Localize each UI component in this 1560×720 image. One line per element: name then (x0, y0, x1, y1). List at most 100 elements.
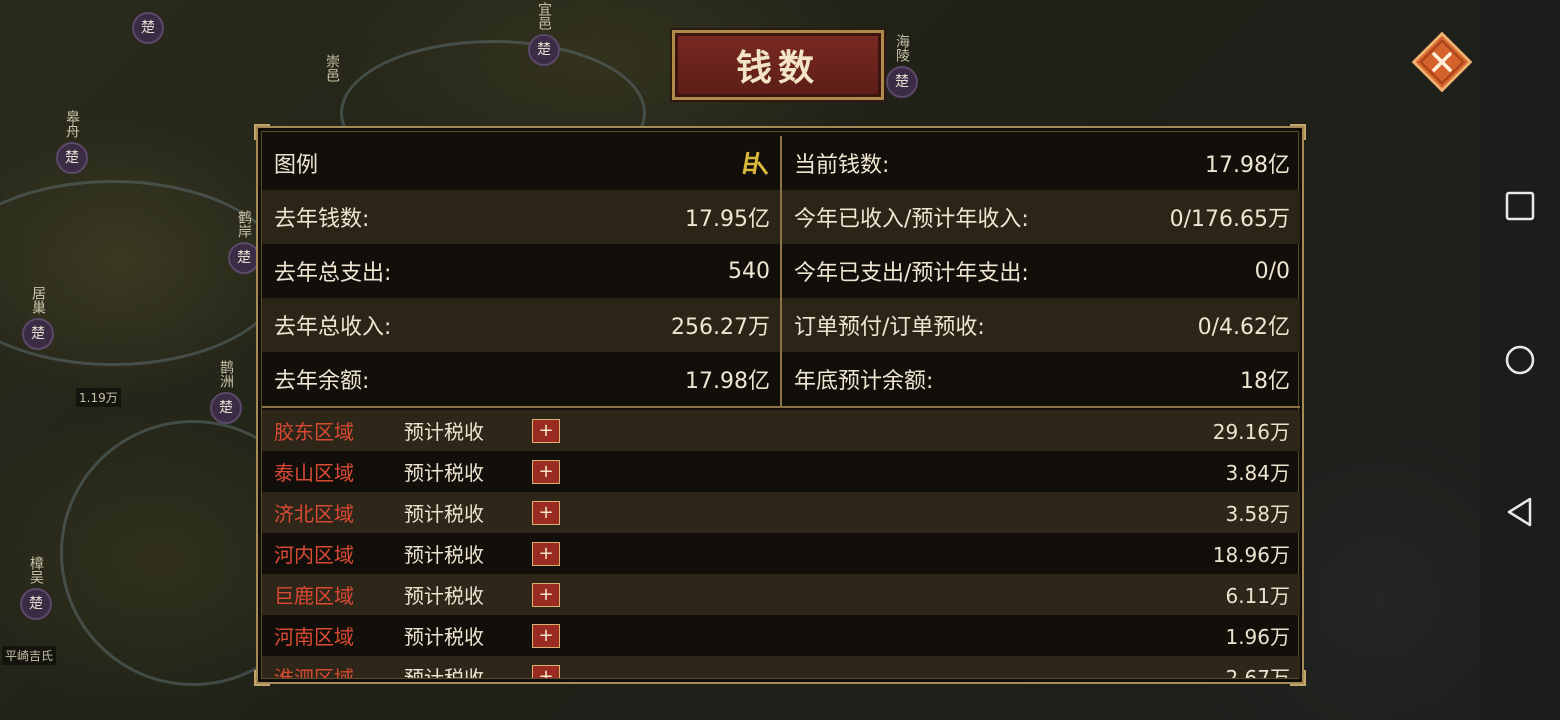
region-name: 河内区域 (274, 543, 354, 567)
faction-badge: 楚 (22, 318, 54, 350)
region-name: 济北区域 (274, 502, 354, 526)
summary-row: 去年钱数: 17.95亿 (262, 190, 780, 244)
region-row: 淮泗区域 预计税收 + 2.67万 (262, 656, 1300, 678)
region-name: 泰山区域 (274, 461, 354, 485)
row-label: 当前钱数: (794, 153, 890, 178)
close-icon (1411, 31, 1473, 93)
section-divider (262, 406, 1300, 408)
row-label: 去年余额: (274, 369, 370, 394)
summary-row: 年底预计余额: 18亿 (782, 352, 1300, 406)
row-value: 17.95亿 (685, 207, 770, 232)
region-row: 河内区域 预计税收 + 18.96万 (262, 533, 1300, 574)
region-tag: 预计税收 (404, 543, 484, 567)
city-name: 宜邑 (536, 2, 552, 30)
row-value: 540 (728, 258, 770, 284)
city-name: 樟吴 (28, 556, 44, 584)
page-title: 钱数 (735, 47, 820, 89)
region-row: 济北区域 预计税收 + 3.58万 (262, 492, 1300, 533)
row-value: 0/0 (1254, 258, 1290, 284)
row-value: 17.98亿 (1205, 153, 1290, 178)
region-tag: 预计税收 (404, 420, 484, 444)
row-value: 0/4.62亿 (1197, 315, 1290, 340)
region-row: 河南区域 预计税收 + 1.96万 (262, 615, 1300, 656)
region-tag: 预计税收 (404, 502, 484, 526)
expand-button[interactable]: + (532, 623, 560, 648)
summary-row: 订单预付/订单预收: 0/4.62亿 (782, 298, 1300, 352)
region-tag: 预计税收 (404, 666, 484, 678)
region-tag: 预计税收 (404, 625, 484, 649)
region-value: 6.11万 (1225, 584, 1290, 608)
row-label: 去年钱数: (274, 207, 370, 232)
finance-panel: 图例 去年钱数: 17.95亿 去年总支出: 540 去年总收入: 256.27… (254, 124, 1306, 686)
summary-row: 去年总收入: 256.27万 (262, 298, 780, 352)
region-value: 29.16万 (1212, 420, 1290, 444)
expand-button[interactable]: + (532, 541, 560, 566)
title-plate: 钱数 (672, 30, 884, 100)
region-name: 胶东区域 (274, 420, 354, 444)
summary-row: 去年余额: 17.98亿 (262, 352, 780, 406)
row-value: 256.27万 (671, 315, 770, 340)
ladder-icon[interactable] (740, 148, 770, 178)
close-button[interactable] (1410, 30, 1474, 94)
expand-button[interactable]: + (532, 418, 560, 443)
city-name: 鹊洲 (218, 360, 234, 388)
expand-button[interactable]: + (532, 664, 560, 678)
row-label: 订单预付/订单预收: (794, 315, 985, 340)
region-name: 河南区域 (274, 625, 354, 649)
city-marker[interactable]: 皋舟 楚 (56, 110, 88, 174)
faction-badge: 楚 (20, 588, 52, 620)
back-icon[interactable] (1504, 496, 1536, 528)
region-value: 18.96万 (1212, 543, 1290, 567)
expand-button[interactable]: + (532, 459, 560, 484)
region-value: 3.84万 (1225, 461, 1290, 485)
row-value: 0/176.65万 (1169, 207, 1290, 232)
city-marker[interactable]: 鹊洲 楚 (210, 360, 242, 424)
city-marker[interactable]: 海陵 楚 (886, 34, 918, 98)
city-name: 崇邑 (324, 54, 340, 82)
row-label: 今年已支出/预计年支出: (794, 261, 1029, 286)
legend-label: 图例 (274, 153, 319, 178)
summary-left-column: 图例 去年钱数: 17.95亿 去年总支出: 540 去年总收入: 256.27… (262, 136, 782, 406)
summary-row: 当前钱数: 17.98亿 (782, 136, 1300, 190)
summary-row: 图例 (262, 136, 780, 190)
region-tax-list[interactable]: 胶东区域 预计税收 + 29.16万 泰山区域 预计税收 + 3.84万 济北区… (262, 410, 1300, 678)
region-name: 淮泗区域 (274, 666, 354, 678)
summary-row: 去年总支出: 540 (262, 244, 780, 298)
city-name: 鹤岸 (236, 210, 252, 238)
row-label: 年底预计余额: (794, 369, 934, 394)
row-label: 今年已收入/预计年收入: (794, 207, 1029, 232)
region-tag: 预计税收 (404, 584, 484, 608)
region-name: 巨鹿区域 (274, 584, 354, 608)
home-icon[interactable] (1504, 344, 1536, 376)
summary-row: 今年已支出/预计年支出: 0/0 (782, 244, 1300, 298)
faction-badge: 楚 (210, 392, 242, 424)
city-name: 居巢 (30, 286, 46, 314)
money-label: 1.19万 (76, 388, 121, 407)
row-value: 18亿 (1240, 369, 1290, 394)
faction-badge: 楚 (56, 142, 88, 174)
city-marker[interactable]: 樟吴 楚 (20, 556, 52, 620)
row-value: 17.98亿 (685, 369, 770, 394)
summary-table: 图例 去年钱数: 17.95亿 去年总支出: 540 去年总收入: 256.27… (262, 136, 1300, 406)
recent-apps-icon[interactable] (1504, 190, 1536, 222)
city-marker[interactable]: 楚 (132, 8, 164, 44)
row-label: 去年总支出: (274, 261, 392, 286)
city-name: 海陵 (894, 34, 910, 62)
expand-button[interactable]: + (532, 582, 560, 607)
row-label: 去年总收入: (274, 315, 392, 340)
city-name: 皋舟 (64, 110, 80, 138)
city-marker[interactable]: 居巢 楚 (22, 286, 54, 350)
faction-badge: 楚 (886, 66, 918, 98)
region-tag: 预计税收 (404, 461, 484, 485)
city-marker[interactable]: 崇邑 (316, 54, 348, 82)
region-row: 巨鹿区域 预计税收 + 6.11万 (262, 574, 1300, 615)
summary-row: 今年已收入/预计年收入: 0/176.65万 (782, 190, 1300, 244)
system-nav-bar (1480, 0, 1560, 720)
region-value: 3.58万 (1225, 502, 1290, 526)
region-value: 1.96万 (1225, 625, 1290, 649)
region-value: 2.67万 (1225, 666, 1290, 678)
expand-button[interactable]: + (532, 500, 560, 525)
city-marker[interactable]: 宜邑 楚 (528, 2, 560, 66)
faction-badge: 楚 (132, 12, 164, 44)
region-row: 胶东区域 预计税收 + 29.16万 (262, 410, 1300, 451)
